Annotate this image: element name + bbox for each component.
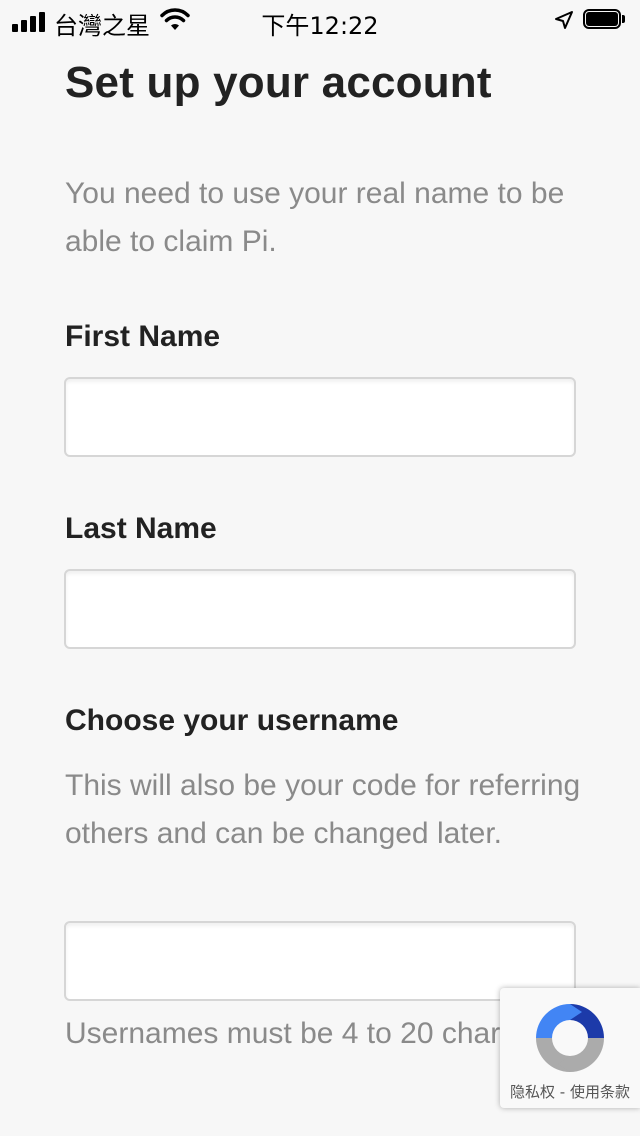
first-name-input[interactable] [64, 377, 576, 457]
intro-text: You need to use your real name to be abl… [65, 177, 565, 258]
recaptcha-links[interactable]: 隐私权 - 使用条款 [500, 1081, 640, 1102]
username-label: Choose your username [65, 704, 399, 737]
battery-icon [583, 9, 625, 31]
username-help-text: This will also be your code for referrin… [65, 769, 581, 850]
last-name-label: Last Name [65, 512, 217, 545]
username-input[interactable] [64, 921, 576, 1001]
first-name-label: First Name [65, 320, 221, 353]
account-setup-screen: 台灣之星 下午12:22 Set up your account You nee… [0, 0, 640, 1136]
location-arrow-icon [555, 11, 573, 29]
page-title: Set up your account [65, 58, 492, 107]
clock: 下午12:22 [261, 12, 379, 40]
last-name-input[interactable] [64, 569, 576, 649]
recaptcha-logo-icon [536, 1004, 604, 1072]
status-bar: 台灣之星 下午12:22 [0, 0, 640, 40]
recaptcha-badge[interactable]: 隐私权 - 使用条款 [500, 988, 640, 1108]
